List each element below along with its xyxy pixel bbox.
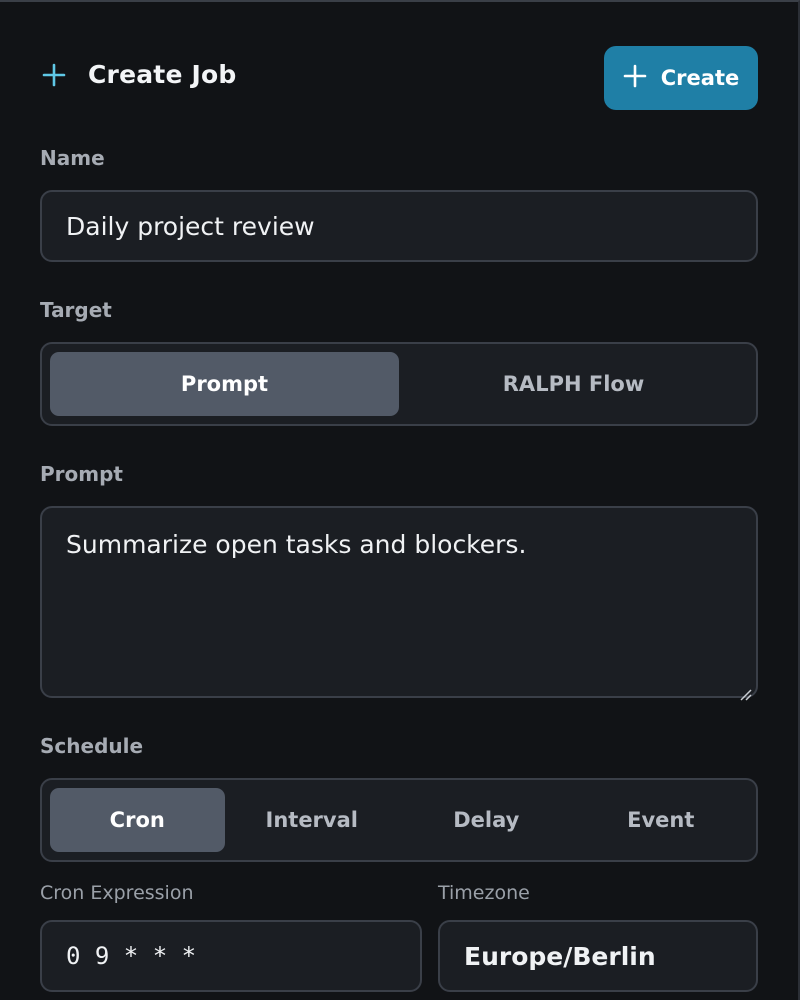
target-label: Target — [40, 298, 112, 322]
resize-handle-icon[interactable] — [738, 678, 752, 701]
cron-expression-input[interactable]: 0 9 * * * — [40, 920, 422, 992]
cron-expression-label: Cron Expression — [40, 882, 194, 904]
timezone-label: Timezone — [438, 882, 530, 904]
prompt-textarea[interactable]: Summarize open tasks and blockers. — [40, 506, 758, 701]
name-label: Name — [40, 146, 105, 170]
name-input[interactable]: Daily project review — [40, 190, 758, 262]
name-input-value: Daily project review — [66, 211, 315, 241]
schedule-option-interval[interactable]: Interval — [225, 788, 400, 852]
schedule-option-cron[interactable]: Cron — [50, 788, 225, 852]
create-button-label: Create — [660, 66, 740, 90]
create-job-panel: Create Job Create Name Daily project rev… — [0, 0, 800, 1000]
timezone-input[interactable]: Europe/Berlin — [438, 920, 758, 992]
plus-icon — [40, 61, 68, 89]
panel-header: Create Job Create — [40, 46, 758, 110]
target-segmented-control: Prompt RALPH Flow — [40, 342, 758, 426]
schedule-segmented-control: Cron Interval Delay Event — [40, 778, 758, 862]
schedule-option-delay[interactable]: Delay — [399, 788, 574, 852]
create-button[interactable]: Create — [604, 46, 758, 110]
schedule-label: Schedule — [40, 734, 144, 758]
cron-expression-value: 0 9 * * * — [66, 942, 197, 970]
target-option-ralph-flow[interactable]: RALPH Flow — [399, 352, 748, 416]
page-title: Create Job — [88, 60, 237, 89]
timezone-value: Europe/Berlin — [464, 941, 656, 971]
prompt-textarea-value: Summarize open tasks and blockers. — [66, 530, 527, 559]
header-title-group: Create Job — [40, 60, 236, 89]
schedule-option-event[interactable]: Event — [574, 788, 749, 852]
plus-icon — [623, 64, 647, 93]
prompt-label: Prompt — [40, 462, 123, 486]
target-option-prompt[interactable]: Prompt — [50, 352, 399, 416]
